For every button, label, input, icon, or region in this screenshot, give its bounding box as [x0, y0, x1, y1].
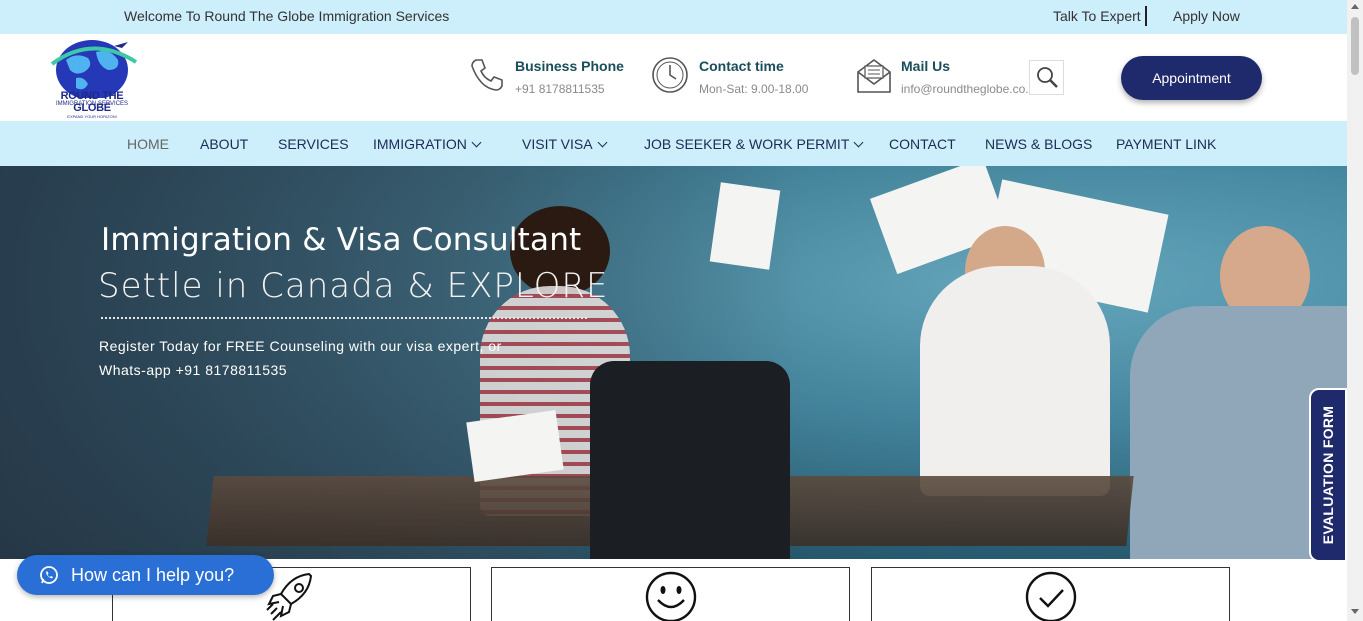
apply-now-link[interactable]: Apply Now [1173, 8, 1240, 24]
chevron-down-icon [471, 137, 482, 148]
search-button[interactable] [1029, 60, 1064, 95]
mail-value[interactable]: info@roundtheglobe.co.in [901, 82, 1038, 96]
chevron-down-icon [597, 137, 607, 148]
mail-icon [857, 59, 891, 93]
nav-label: HOME [127, 136, 169, 152]
feature-card [871, 567, 1230, 621]
nav-about[interactable]: ABOUT [200, 136, 248, 152]
evaluation-form-tab[interactable]: EVALUATION FORM [1309, 388, 1347, 562]
feature-card [491, 567, 850, 621]
nav-news-blogs[interactable]: NEWS & BLOGS [985, 136, 1092, 152]
page: Welcome To Round The Globe Immigration S… [0, 0, 1363, 621]
nav-contact[interactable]: CONTACT [889, 136, 956, 152]
phone-value[interactable]: +91 8178811535 [515, 82, 605, 96]
scroll-down-arrow-icon[interactable] [1351, 609, 1359, 614]
nav-job-seeker[interactable]: JOB SEEKER & WORK PERMIT [644, 136, 864, 152]
clock-icon [652, 57, 688, 93]
hero-photo-detail [590, 361, 790, 559]
chevron-down-icon [853, 137, 864, 148]
nav-label: IMMIGRATION [373, 136, 467, 152]
talk-to-expert-link[interactable]: Talk To Expert [1053, 8, 1141, 24]
mail-title: Mail Us [901, 58, 951, 74]
globe-logo-icon [50, 40, 138, 98]
search-icon [1037, 67, 1058, 88]
whatsapp-chat-label: How can I help you? [71, 565, 235, 585]
nav-visit-visa[interactable]: VISIT VISA [522, 136, 607, 152]
logo-tagline: EXPAND YOUR HORIZON! [67, 114, 117, 119]
phone-title: Business Phone [515, 58, 624, 74]
appointment-button[interactable]: Appointment [1121, 56, 1262, 100]
hero-photo-detail [709, 182, 781, 270]
hero-photo-detail [920, 266, 1110, 496]
hero-photo-detail [466, 410, 564, 482]
welcome-text: Welcome To Round The Globe Immigration S… [124, 8, 450, 24]
header: ROUND THE GLOBE IMMIGRATION SERVICES EXP… [0, 34, 1347, 121]
nav-services[interactable]: SERVICES [278, 136, 349, 152]
hero-divider [101, 317, 587, 319]
whatsapp-chat-button[interactable]: How can I help you? [17, 555, 274, 595]
hero-banner: Immigration & Visa Consultant Settle in … [0, 166, 1347, 559]
nav-label: ABOUT [200, 136, 249, 152]
hero-register-text: Register Today for FREE Counseling with … [99, 338, 502, 378]
nav-label: SERVICES [278, 136, 349, 152]
nav-label: JOB SEEKER & WORK PERMIT [644, 136, 850, 152]
nav-label: VISIT VISA [522, 136, 593, 152]
nav-immigration[interactable]: IMMIGRATION [373, 136, 482, 152]
evaluation-form-label: EVALUATION FORM [1320, 405, 1336, 545]
page-scrollbar[interactable] [1347, 0, 1363, 621]
time-value: Mon-Sat: 9.00-18.00 [699, 82, 809, 96]
nav-label: NEWS & BLOGS [985, 136, 1093, 152]
nav-label: CONTACT [889, 136, 956, 152]
main-nav: HOME ABOUT SERVICES IMMIGRATION VISIT VI… [0, 121, 1347, 166]
phone-icon [471, 59, 503, 91]
logo-sub-text: IMMIGRATION SERVICES [55, 101, 129, 107]
hero-subtitle: Settle in Canada & EXPLORE [98, 266, 609, 306]
scrollbar-thumb[interactable] [1351, 17, 1359, 75]
nav-label: PAYMENT LINK [1116, 136, 1217, 152]
time-title: Contact time [699, 58, 784, 74]
hero-title: Immigration & Visa Consultant [101, 222, 582, 258]
whatsapp-icon [40, 566, 58, 584]
scroll-up-arrow-icon[interactable] [1351, 4, 1359, 9]
nav-home[interactable]: HOME [127, 136, 169, 152]
smiley-icon [645, 571, 696, 621]
site-logo[interactable]: ROUND THE GLOBE IMMIGRATION SERVICES EXP… [46, 38, 138, 120]
topbar-divider [1145, 6, 1147, 26]
top-bar: Welcome To Round The Globe Immigration S… [0, 0, 1347, 34]
checkmark-icon [1025, 571, 1076, 621]
nav-payment-link[interactable]: PAYMENT LINK [1116, 136, 1216, 152]
